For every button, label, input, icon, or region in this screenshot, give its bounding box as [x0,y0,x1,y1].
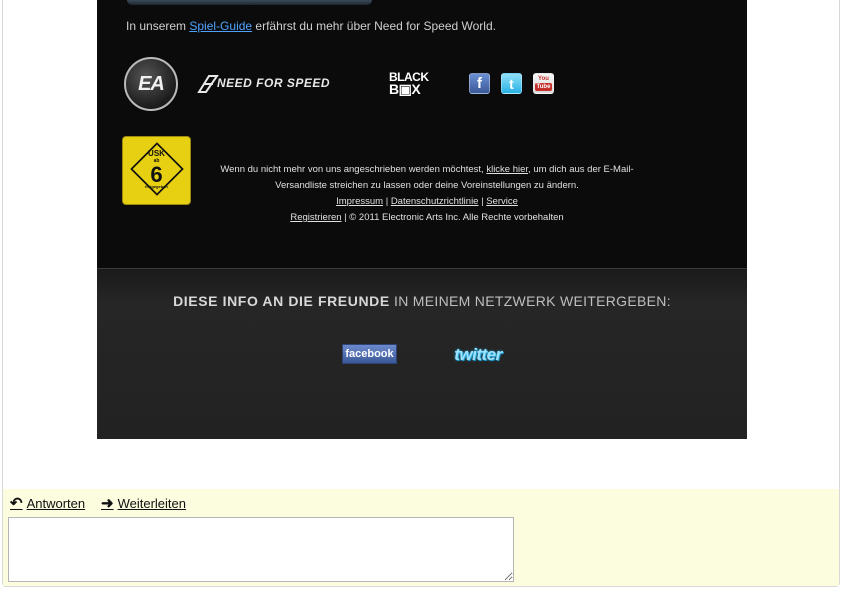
youtube-icon[interactable]: You Tube [533,73,554,94]
forward-label: Weiterleiten [117,495,186,511]
twitter-icon-glyph: t [509,75,514,92]
share-twitter-button[interactable]: twitter [445,345,511,365]
spiel-guide-link[interactable]: Spiel-Guide [189,19,252,33]
facebook-icon[interactable]: f [469,73,490,94]
share-facebook-button[interactable]: facebook [342,344,397,364]
guide-text-before: In unserem [126,19,190,33]
registrieren-link[interactable]: Registrieren [290,212,341,223]
ea-logo-text: EA [138,72,165,95]
share-title: DIESE INFO AN DIE FREUNDE IN MEINEM NETZ… [97,293,747,309]
forward-arrow-icon: ➜ [101,495,114,512]
youtube-icon-bottom: Tube [534,83,553,91]
unsubscribe-text: Wenn du nicht mehr von uns angeschrieben… [207,162,647,194]
usk-rating-badge: USK ab 6 freigegeben [122,136,191,205]
guide-text: In unserem Spiel-Guide erfährst du mehr … [126,19,496,33]
forward-button[interactable]: ➜ Weiterleiten [101,494,186,512]
email-top-bar [127,0,372,5]
email-footer: Wenn du nicht mehr von uns angeschrieben… [207,162,647,226]
need-for-speed-logo[interactable]: NEED FOR SPEED [197,74,349,94]
copyright-line: Registrieren | © 2011 Electronic Arts In… [207,210,647,226]
nfs-logo-text: NEED FOR SPEED [217,76,331,90]
impressum-link[interactable]: Impressum [336,196,383,207]
twitter-icon[interactable]: t [501,73,522,94]
share-title-rest: IN MEINEM NETZWERK WEITERGEBEN: [389,293,671,309]
reply-label: Antworten [26,495,86,511]
guide-text-after: erfährst du mehr über Need for Speed Wor… [252,19,496,33]
share-twitter-label: twitter [454,345,502,364]
ea-logo[interactable]: EA [124,57,178,111]
blackbox-logo-line2: B▣X [389,81,421,97]
reply-textarea[interactable] [8,517,514,582]
footer-sep-1: | [383,196,391,207]
facebook-icon-glyph: f [477,75,482,92]
share-section: DIESE INFO AN DIE FREUNDE IN MEINEM NETZ… [97,268,747,439]
copyright-text: | © 2011 Electronic Arts Inc. Alle Recht… [341,212,564,223]
nfs-emblem-icon [197,75,219,93]
datenschutz-link[interactable]: Datenschutzrichtlinie [391,196,479,207]
unsubscribe-before: Wenn du nicht mehr von uns angeschrieben… [220,164,487,175]
usk-freigegeben-label: freigegeben [145,184,168,189]
share-facebook-label: facebook [345,348,394,360]
share-title-bold: DIESE INFO AN DIE FREUNDE [173,293,390,309]
youtube-icon-top: You [538,76,549,82]
unsubscribe-link[interactable]: klicke hier [486,164,528,175]
email-body: In unserem Spiel-Guide erfährst du mehr … [97,0,747,439]
reply-button[interactable]: ↶ Antworten [10,494,85,512]
blackbox-logo[interactable]: BLACK B▣X [389,70,439,98]
service-link[interactable]: Service [486,196,518,207]
usk-label: USK [148,149,165,158]
reply-arrow-icon: ↶ [10,495,23,512]
footer-links: Impressum | Datenschutzrichtlinie | Serv… [207,194,647,210]
